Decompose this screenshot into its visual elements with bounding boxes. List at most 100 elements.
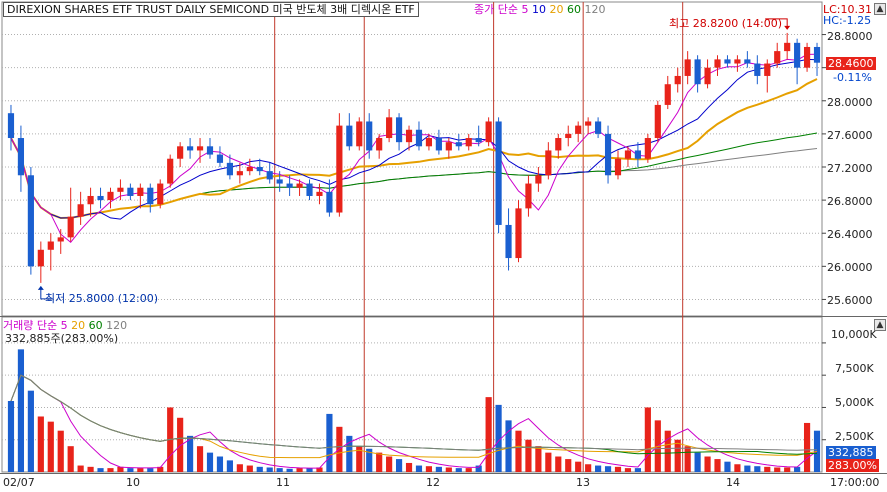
candle-body <box>624 150 632 159</box>
candle-body <box>97 195 104 201</box>
x-tick: 12 <box>426 476 440 489</box>
x-tick: 14 <box>726 476 740 489</box>
volume-bar <box>296 468 303 472</box>
price-pane-minimize-button[interactable]: ▲ <box>874 3 886 15</box>
stock-chart-window: DIREXION SHARES ETF TRUST DAILY SEMICOND… <box>0 0 887 492</box>
candle-body <box>565 133 572 139</box>
price-pane-frame <box>1 1 823 317</box>
candle-body <box>167 158 174 184</box>
high-annotation: 최고 28.8200 (14:00) <box>669 17 783 30</box>
volume-bar <box>714 459 721 472</box>
price-ma-label: 종가 단순 <box>474 3 518 16</box>
volume-bar <box>734 464 741 472</box>
high-marker-arrowhead <box>784 25 791 30</box>
volume-pane-minimize-button[interactable]: ▲ <box>874 319 886 331</box>
volume-bar <box>505 420 512 472</box>
candle-body <box>286 183 293 188</box>
price-tick: 26.4000 <box>827 228 873 241</box>
volume-bar <box>57 430 64 472</box>
volume-bar <box>97 468 104 472</box>
candle-body <box>465 138 472 147</box>
x-tick: 02/07 <box>3 476 35 489</box>
candle-body <box>555 138 562 151</box>
volume-bar <box>67 446 74 472</box>
candle-body <box>714 59 721 68</box>
candle-body <box>216 154 224 163</box>
candle-body <box>7 113 15 139</box>
volume-tick: 10,000K <box>831 328 877 341</box>
price-tick: 27.6000 <box>827 129 873 142</box>
ma10-label: 10 <box>531 3 546 16</box>
volume-bar <box>704 456 711 472</box>
volume-bar <box>415 465 423 472</box>
volume-bar <box>585 464 592 472</box>
candle-body <box>405 129 413 143</box>
candle-body <box>525 183 532 209</box>
candle-body <box>187 146 194 151</box>
candle-body <box>37 249 44 267</box>
volume-bar <box>525 439 532 472</box>
candle-body <box>744 59 751 64</box>
price-ma-legend: 종가 단순 5 10 20 60 120 <box>474 3 605 16</box>
candle-body <box>87 195 94 205</box>
candle-body <box>226 162 233 176</box>
candle-body <box>127 187 134 196</box>
candle-body <box>634 150 641 159</box>
volume-bar <box>276 468 283 472</box>
candle-body <box>495 121 502 225</box>
chart-title: DIREXION SHARES ETF TRUST DAILY SEMICOND… <box>3 2 419 17</box>
candle-body <box>57 237 64 242</box>
candle-body <box>196 146 204 151</box>
volume-bar <box>644 407 651 472</box>
candle-body <box>764 63 771 76</box>
price-tick: 26.0000 <box>827 261 873 274</box>
candle-body <box>794 42 801 68</box>
ma5-label: 5 <box>521 3 529 16</box>
volume-bar <box>147 468 154 472</box>
candle-body <box>535 175 542 184</box>
candle-body <box>107 191 114 201</box>
candle-body <box>425 138 433 147</box>
volume-ma120-line <box>10 374 818 451</box>
volume-tick: 5,000K <box>835 396 874 409</box>
candle-body <box>147 187 154 205</box>
candle-body <box>803 46 811 68</box>
ma120-label: 120 <box>584 3 606 16</box>
price-ma20-line <box>10 78 818 220</box>
candle-body <box>77 204 84 217</box>
volume-bar <box>386 456 393 472</box>
volume-bar <box>724 461 731 472</box>
candle-body <box>336 125 343 213</box>
volume-bar <box>535 446 542 472</box>
volume-bar <box>206 452 214 472</box>
volume-label: 거래량 <box>3 319 34 332</box>
volume-bar <box>565 459 572 472</box>
volume-bar <box>37 416 44 472</box>
time-label: 17:00:00 <box>830 476 880 489</box>
volume-bar <box>27 390 34 472</box>
chart-canvas[interactable] <box>0 0 887 492</box>
volume-bar <box>177 417 184 472</box>
vol-ma20-label: 20 <box>71 319 86 332</box>
candle-body <box>674 75 681 85</box>
candle-body <box>515 208 522 259</box>
candle-body <box>366 121 373 151</box>
candle-body <box>296 183 303 188</box>
candle-body <box>445 142 452 151</box>
candle-body <box>415 129 423 147</box>
volume-tick: 2,500K <box>835 430 874 443</box>
volume-bar <box>246 465 253 472</box>
volume-ma20-line <box>10 374 818 459</box>
volume-bar <box>306 468 313 472</box>
candle-body <box>306 183 313 196</box>
candle-body <box>734 59 741 64</box>
volume-bar <box>77 465 84 472</box>
volume-pct-tag: 283.00% <box>826 459 879 472</box>
candle-body <box>784 42 791 52</box>
candle-body <box>774 51 781 64</box>
candle-body <box>754 63 761 76</box>
candle-body <box>346 125 353 147</box>
candle-body <box>604 133 612 176</box>
x-tick: 13 <box>576 476 590 489</box>
candle-body <box>694 59 701 85</box>
